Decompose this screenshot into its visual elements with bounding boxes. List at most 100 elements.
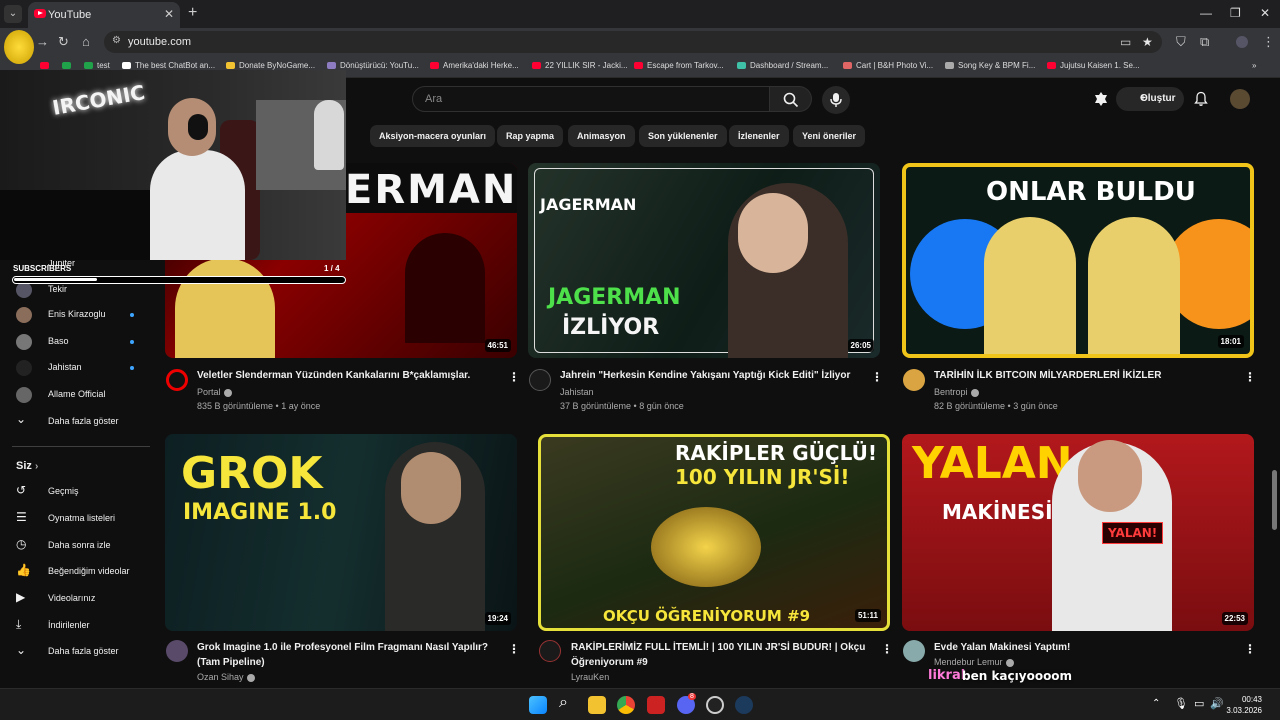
address-bar[interactable]: ⚙ youtube.com ▭ ★ — [104, 31, 1162, 53]
sidebar-subscription-item[interactable]: Baso — [16, 332, 146, 352]
bookmarks-overflow-icon[interactable]: » — [1252, 61, 1256, 70]
search-input[interactable]: Ara — [412, 86, 770, 112]
tray-display-icon[interactable]: ▭ — [1194, 697, 1204, 710]
profile-avatar[interactable] — [1236, 36, 1248, 48]
video-thumbnail-2[interactable]: JAGERMAN JAGERMAN İZLİYOR 26:05 — [528, 163, 880, 358]
filter-chip[interactable]: Animasyon — [568, 125, 635, 147]
channel-name[interactable]: Mendebur Lemur — [934, 657, 1014, 667]
channel-avatar[interactable] — [529, 369, 551, 391]
extensions-icon[interactable]: ⧉ — [1200, 34, 1209, 50]
close-window-icon[interactable]: ✕ — [1260, 6, 1270, 20]
video-menu-icon[interactable]: ⋮ — [508, 642, 520, 656]
video-title[interactable]: Grok Imagine 1.0 ile Profesyonel Film Fr… — [197, 640, 497, 670]
video-title[interactable]: TARİHİN İLK BITCOIN MİLYARDERLERİ İKİZLE… — [934, 368, 1234, 383]
channel-name[interactable]: Portal — [197, 387, 232, 397]
video-thumbnail-4[interactable]: GROK IMAGINE 1.0 19:24 — [165, 434, 517, 631]
video-title[interactable]: RAKİPLERİMİZ FULL İTEMLİ! | 100 YILIN JR… — [571, 640, 871, 670]
video-thumbnail-5[interactable]: RAKİPLER GÜÇLÜ! 100 YILIN JR'Sİ! OKÇU ÖĞ… — [538, 434, 890, 631]
filter-chip[interactable]: Rap yapma — [497, 125, 564, 147]
windows-start-icon[interactable] — [529, 696, 547, 714]
video-thumbnail-6[interactable]: YALAN MAKİNESİ YALAN! 22:53 — [902, 434, 1254, 631]
sidebar-you-item[interactable]: ⌄ Daha fazla göster — [16, 642, 146, 662]
restore-icon[interactable]: ❐ — [1230, 6, 1241, 20]
tray-chevron-icon[interactable]: ⌃ — [1152, 698, 1160, 709]
sidebar-you-item[interactable]: ◷ Daha sonra izle — [16, 536, 146, 556]
page-scrollbar[interactable] — [1272, 470, 1277, 530]
browser-menu-icon[interactable]: ⋮ — [1262, 34, 1275, 50]
video-menu-icon[interactable]: ⋮ — [881, 642, 893, 656]
video-menu-icon[interactable]: ⋮ — [1244, 642, 1256, 656]
bookmark-item[interactable]: 22 YILLIK SIR - Jacki... — [532, 61, 628, 70]
sidebar-you-item[interactable]: 👍 Beğendiğim videolar — [16, 562, 146, 582]
sidebar-you-item[interactable]: ☰ Oynatma listeleri — [16, 509, 146, 529]
sidebar-you-item[interactable]: ↺ Geçmiş — [16, 482, 146, 502]
bookmark-item[interactable]: Amerika'daki Herke... — [430, 61, 519, 70]
channel-avatar[interactable] — [903, 640, 925, 662]
site-info-icon[interactable]: ⚙ — [112, 35, 126, 49]
app-circle-icon[interactable] — [706, 696, 724, 714]
sidebar-subscription-item[interactable]: Enis Kirazoglu — [16, 305, 146, 325]
video-title[interactable]: Veletler Slenderman Yüzünden Kankalarını… — [197, 368, 497, 383]
file-explorer-icon[interactable] — [588, 696, 606, 714]
bookmark-item[interactable]: Song Key & BPM Fi... — [945, 61, 1035, 70]
account-avatar[interactable] — [1230, 89, 1250, 109]
taskbar-clock[interactable]: 00:43 3.03.2026 — [1226, 694, 1262, 716]
filter-chip[interactable]: Son yüklenenler — [639, 125, 727, 147]
cast-icon[interactable]: ▭ — [1120, 35, 1131, 49]
extension-shield-icon[interactable]: ⛉ — [1176, 34, 1186, 50]
steam-icon[interactable] — [735, 696, 753, 714]
channel-avatar[interactable] — [903, 369, 925, 391]
reload-icon[interactable]: ↻ — [58, 34, 69, 50]
video-menu-icon[interactable]: ⋮ — [1244, 370, 1256, 384]
video-menu-icon[interactable]: ⋮ — [508, 370, 520, 384]
bookmark-item[interactable]: The best ChatBot an... — [122, 61, 215, 70]
notifications-bell-icon[interactable] — [1193, 91, 1209, 107]
voice-search-button[interactable] — [822, 86, 850, 114]
kick-bookmark-icon[interactable] — [62, 61, 75, 70]
channel-name[interactable]: Ozan Sihay — [197, 672, 255, 682]
channel-name[interactable]: LyrauKen — [571, 672, 609, 682]
sidebar-subscription-item[interactable]: Allame Official — [16, 385, 146, 405]
tray-mic-icon[interactable]: 🎙 — [1174, 697, 1188, 710]
bookmark-item[interactable]: Escape from Tarkov... — [634, 61, 724, 70]
filter-chip[interactable]: Yeni öneriler — [793, 125, 866, 147]
forward-icon[interactable]: → — [36, 34, 49, 49]
new-tab-button[interactable]: + — [188, 4, 197, 22]
channel-name[interactable]: Bentropi — [934, 387, 979, 397]
bookmark-item[interactable]: Dashboard / Stream... — [737, 61, 828, 70]
bookmark-item[interactable]: Dönüştürücü: YouTu... — [327, 61, 419, 70]
sidebar-you-item[interactable]: ▶ Videolarınız — [16, 589, 146, 609]
cast-gear-icon[interactable] — [1093, 91, 1109, 107]
channel-avatar[interactable] — [166, 369, 188, 391]
tab-search-button[interactable]: ⌄ — [4, 5, 22, 23]
youtube-bookmark-icon[interactable] — [40, 61, 53, 70]
home-icon[interactable]: ⌂ — [82, 34, 90, 49]
sidebar-you-item[interactable]: ⤓ İndirilenler — [16, 616, 146, 636]
tray-volume-icon[interactable]: 🔊 — [1210, 697, 1224, 710]
tab-youtube[interactable]: YouTube ✕ — [28, 2, 180, 28]
sidebar-you-heading[interactable]: Siz › — [16, 460, 38, 472]
channel-avatar[interactable] — [539, 640, 561, 662]
video-title[interactable]: Evde Yalan Makinesi Yaptım! — [934, 640, 1234, 655]
sidebar-show-more-subs[interactable]: ⌄ Daha fazla göster — [16, 412, 146, 432]
bookmark-item[interactable]: Cart | B&H Photo Vi... — [843, 61, 933, 70]
bookmark-star-icon[interactable]: ★ — [1142, 35, 1153, 49]
bookmark-item[interactable]: test — [84, 61, 110, 70]
bookmark-item[interactable]: Donate ByNoGame... — [226, 61, 315, 70]
obs-icon[interactable] — [647, 696, 665, 714]
filter-chip[interactable]: Aksiyon-macera oyunları — [370, 125, 496, 147]
video-thumbnail-3[interactable]: ONLAR BULDU 18:01 — [902, 163, 1254, 358]
video-title[interactable]: Jahrein "Herkesin Kendine Yakışanı Yaptı… — [560, 368, 860, 383]
channel-avatar[interactable] — [166, 640, 188, 662]
create-button[interactable]: + Oluştur — [1116, 87, 1184, 111]
sidebar-subscription-item[interactable]: Jahistan — [16, 358, 146, 378]
channel-name[interactable]: Jahistan — [560, 387, 594, 397]
minimize-icon[interactable]: — — [1200, 6, 1212, 20]
bookmark-item[interactable]: Jujutsu Kaisen 1. Se... — [1047, 61, 1140, 70]
taskbar-search-icon[interactable]: ⌕ — [559, 694, 568, 712]
search-button[interactable] — [770, 86, 812, 112]
video-menu-icon[interactable]: ⋮ — [871, 370, 883, 384]
filter-chip[interactable]: İzlenenler — [729, 125, 789, 147]
chrome-icon[interactable] — [617, 696, 635, 714]
tab-close-icon[interactable]: ✕ — [164, 7, 174, 21]
